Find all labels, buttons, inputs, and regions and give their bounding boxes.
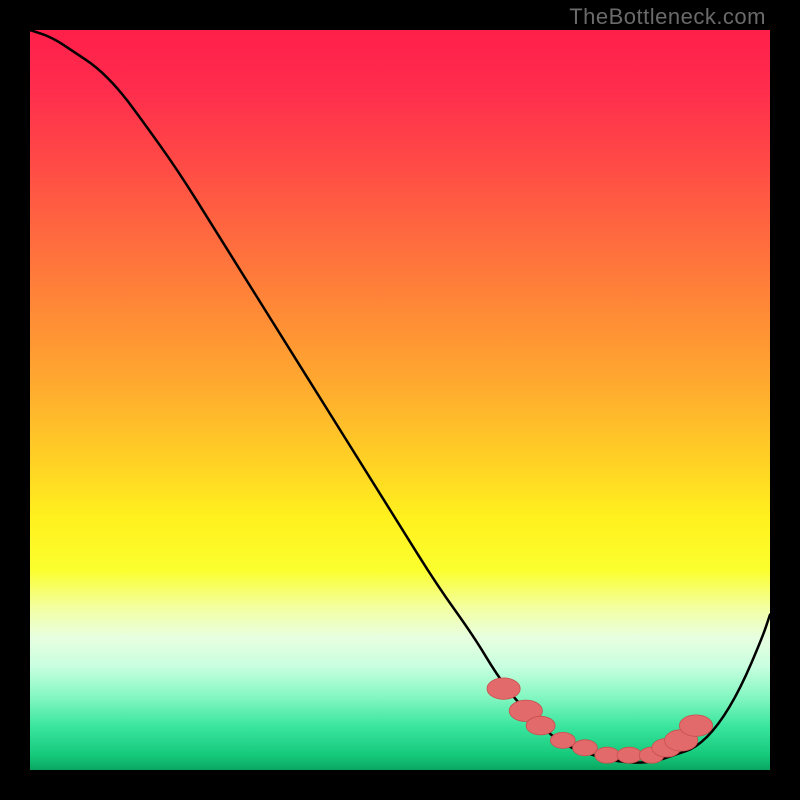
chart-frame: TheBottleneck.com bbox=[0, 0, 800, 800]
watermark-text: TheBottleneck.com bbox=[569, 4, 766, 30]
plot-background-gradient bbox=[30, 30, 770, 770]
